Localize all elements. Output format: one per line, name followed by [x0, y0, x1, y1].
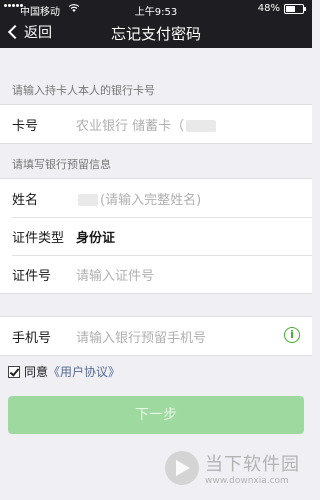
phone-label: 手机号	[12, 330, 52, 346]
id-number-row[interactable]: 证件号 请输入证件号	[0, 255, 312, 293]
user-agreement-link[interactable]: 《用户协议》	[48, 363, 120, 380]
status-bar: 中国移动 上午9:53 48%	[0, 0, 312, 18]
nav-bar: 返回 忘记支付密码	[0, 18, 312, 48]
card-number-label: 卡号	[12, 118, 39, 134]
phone-group: 手机号 请输入银行预留手机号 i	[0, 316, 312, 356]
watermark-brand: 当下软件园	[205, 454, 300, 475]
next-button[interactable]: 下一步	[8, 396, 304, 434]
card-section-header: 请输入持卡人本人的银行卡号	[12, 84, 155, 97]
phone-row[interactable]: 手机号 请输入银行预留手机号 i	[0, 317, 312, 355]
info-group: 姓名 (请输入完整姓名) 证件类型 身份证 证件号 请输入证件号	[0, 178, 312, 294]
name-row[interactable]: 姓名 (请输入完整姓名)	[0, 179, 312, 217]
battery-icon	[284, 4, 306, 14]
play-logo-icon	[165, 451, 199, 485]
id-number-field[interactable]: 请输入证件号	[76, 265, 154, 284]
name-label: 姓名	[12, 192, 39, 208]
id-number-label: 证件号	[12, 268, 52, 284]
watermark-url: www.downxia.com	[205, 476, 289, 486]
watermark: 当下软件园 www.downxia.com	[165, 450, 300, 486]
info-icon[interactable]: i	[284, 327, 300, 343]
agreement-prefix: 同意	[24, 365, 49, 379]
id-type-row[interactable]: 证件类型 身份证	[0, 217, 312, 255]
card-number-row[interactable]: 卡号 农业银行 储蓄卡（	[0, 105, 312, 143]
phone-field[interactable]: 请输入银行预留手机号	[76, 327, 206, 346]
info-section-header: 请填写银行预留信息	[12, 158, 111, 171]
battery-percent: 48%	[257, 3, 280, 14]
id-type-label: 证件类型	[12, 230, 65, 246]
id-type-value: 身份证	[76, 230, 116, 246]
agreement-checkbox[interactable]	[8, 365, 20, 378]
card-group: 卡号 农业银行 储蓄卡（	[0, 104, 312, 144]
page-title: 忘记支付密码	[110, 25, 201, 43]
agreement: 同意 《用户协议》	[8, 363, 120, 380]
card-number-value: 农业银行 储蓄卡（	[76, 115, 218, 134]
name-field[interactable]: (请输入完整姓名)	[76, 189, 201, 208]
